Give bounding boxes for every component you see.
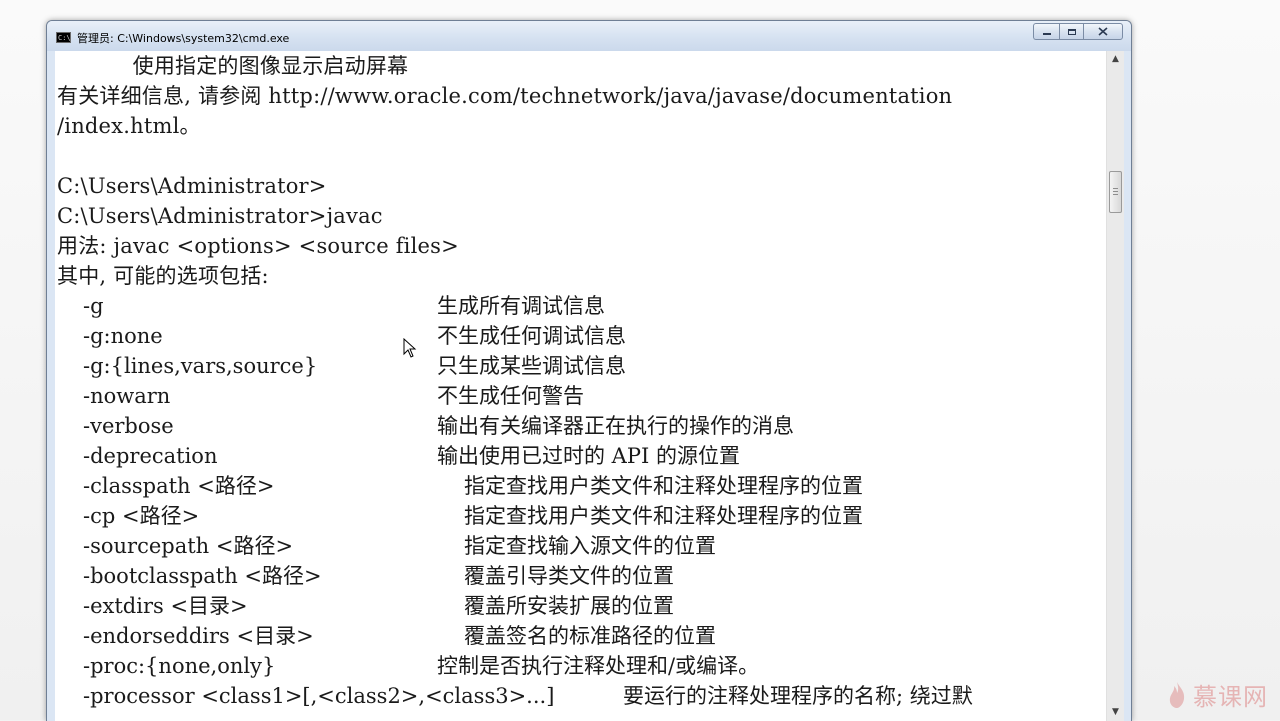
- option-description: 覆盖所安装扩展的位置: [464, 591, 674, 621]
- option-description: 不生成任何调试信息: [437, 321, 626, 351]
- scroll-down-icon: ▼: [1112, 707, 1119, 717]
- option-name: -endorseddirs <目录>: [83, 621, 314, 651]
- option-name: -classpath <路径>: [83, 471, 274, 501]
- scrollbar-thumb[interactable]: [1109, 171, 1122, 213]
- option-name: -sourcepath <路径>: [83, 531, 293, 561]
- option-row: -g 生成所有调试信息: [57, 291, 952, 321]
- option-name: -verbose: [83, 411, 174, 441]
- option-description: 只生成某些调试信息: [437, 351, 626, 381]
- option-description: 要运行的注释处理程序的名称; 绕过默: [623, 681, 973, 711]
- cmd-window: C:\ 管理员: C:\Windows\system32\cmd.exe 使用指…: [46, 20, 1132, 721]
- option-name: -deprecation: [83, 441, 217, 471]
- option-description: 输出有关编译器正在执行的操作的消息: [437, 411, 794, 441]
- option-description: 指定查找输入源文件的位置: [464, 531, 716, 561]
- console-line: 有关详细信息, 请参阅 http://www.oracle.com/techne…: [57, 81, 952, 111]
- console-line: [57, 141, 952, 171]
- option-description: 不生成任何警告: [437, 381, 584, 411]
- console-line: C:\Users\Administrator>javac: [57, 201, 952, 231]
- thumb-grip-line: [1113, 194, 1118, 195]
- flame-logo-icon: [1167, 681, 1187, 709]
- option-row: -classpath <路径> 指定查找用户类文件和注释处理程序的位置: [57, 471, 952, 501]
- minimize-button[interactable]: [1033, 23, 1059, 40]
- option-row: -processor <class1>[,<class2>,<class3>..…: [57, 681, 952, 711]
- option-row: -endorseddirs <目录> 覆盖签名的标准路径的位置: [57, 621, 952, 651]
- option-row: -g:{lines,vars,source} 只生成某些调试信息: [57, 351, 952, 381]
- option-name: -proc:{none,only}: [83, 651, 275, 681]
- scroll-up-button[interactable]: ▲: [1107, 51, 1124, 68]
- close-icon: [1098, 27, 1108, 36]
- option-row: -extdirs <目录> 覆盖所安装扩展的位置: [57, 591, 952, 621]
- option-row: -bootclasspath <路径> 覆盖引导类文件的位置: [57, 561, 952, 591]
- scroll-up-icon: ▲: [1112, 54, 1119, 64]
- mouse-pointer-icon: [403, 338, 417, 358]
- scroll-down-button[interactable]: ▼: [1107, 704, 1124, 721]
- option-description: 覆盖签名的标准路径的位置: [464, 621, 716, 651]
- minimize-icon: [1043, 33, 1051, 35]
- maximize-button[interactable]: [1059, 23, 1083, 40]
- console-line: /index.html。: [57, 111, 952, 141]
- console-line: 其中, 可能的选项包括:: [57, 261, 952, 291]
- option-row: -verbose 输出有关编译器正在执行的操作的消息: [57, 411, 952, 441]
- vertical-scrollbar[interactable]: ▲ ▼: [1106, 51, 1124, 721]
- console-line: 用法: javac <options> <source files>: [57, 231, 952, 261]
- console-lines: 使用指定的图像显示启动屏幕 有关详细信息, 请参阅 http://www.ora…: [57, 51, 952, 711]
- option-row: -g:none 不生成任何调试信息: [57, 321, 952, 351]
- option-name: -bootclasspath <路径>: [83, 561, 322, 591]
- option-row: -sourcepath <路径> 指定查找输入源文件的位置: [57, 531, 952, 561]
- watermark-text: 慕课网: [1193, 677, 1268, 712]
- option-description: 覆盖引导类文件的位置: [464, 561, 674, 591]
- watermark: 慕课网: [1167, 677, 1268, 712]
- option-description: 控制是否执行注释处理和/或编译。: [437, 651, 759, 681]
- console-icon[interactable]: C:\: [56, 32, 71, 43]
- option-name: -nowarn: [83, 381, 170, 411]
- console-line: C:\Users\Administrator>: [57, 171, 952, 201]
- option-description: 指定查找用户类文件和注释处理程序的位置: [464, 501, 863, 531]
- option-description: 输出使用已过时的 API 的源位置: [437, 441, 740, 471]
- option-description: 指定查找用户类文件和注释处理程序的位置: [464, 471, 863, 501]
- window-controls: [1033, 23, 1123, 40]
- thumb-grip-line: [1113, 188, 1118, 189]
- option-description: 生成所有调试信息: [437, 291, 605, 321]
- option-name: -g:none: [83, 321, 163, 351]
- option-name: -cp <路径>: [83, 501, 199, 531]
- close-button[interactable]: [1083, 23, 1123, 40]
- option-name: -g: [83, 291, 104, 321]
- console-line: 使用指定的图像显示启动屏幕: [57, 51, 952, 81]
- option-name: -g:{lines,vars,source}: [83, 351, 317, 381]
- option-name: -processor <class1>[,<class2>,<class3>..…: [83, 681, 554, 711]
- window-title: 管理员: C:\Windows\system32\cmd.exe: [77, 30, 289, 46]
- console-output[interactable]: 使用指定的图像显示启动屏幕 有关详细信息, 请参阅 http://www.ora…: [55, 51, 1106, 721]
- option-row: -proc:{none,only} 控制是否执行注释处理和/或编译。: [57, 651, 952, 681]
- option-row: -cp <路径> 指定查找用户类文件和注释处理程序的位置: [57, 501, 952, 531]
- option-name: -extdirs <目录>: [83, 591, 248, 621]
- maximize-icon: [1068, 29, 1076, 35]
- title-bar[interactable]: C:\ 管理员: C:\Windows\system32\cmd.exe: [47, 21, 1131, 51]
- option-row: -nowarn 不生成任何警告: [57, 381, 952, 411]
- thumb-grip-line: [1113, 191, 1118, 192]
- option-row: -deprecation 输出使用已过时的 API 的源位置: [57, 441, 952, 471]
